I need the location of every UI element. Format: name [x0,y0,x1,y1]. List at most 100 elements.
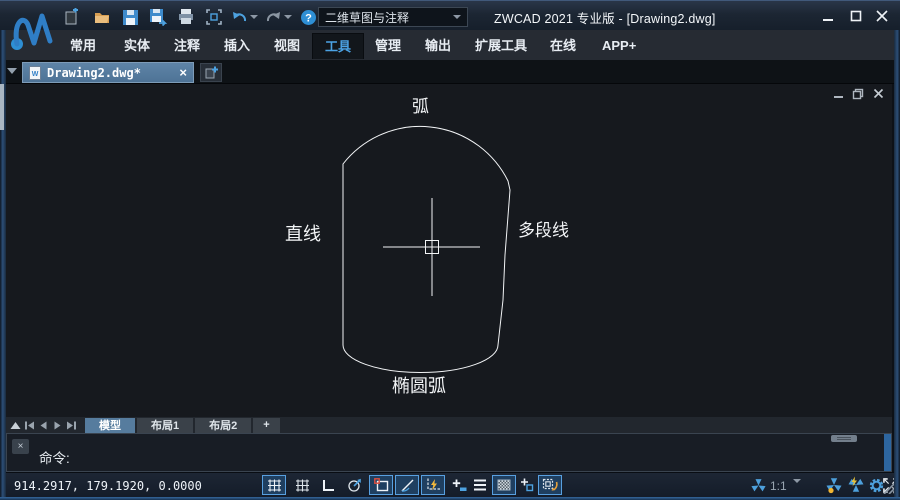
open-button[interactable] [90,6,114,28]
doc-list-dropdown-icon[interactable] [7,68,17,74]
document-tab-close-icon[interactable]: × [179,66,187,79]
transparency-toggle[interactable] [492,475,516,495]
label-elliptical-arc: 椭圆弧 [392,372,446,398]
minimize-icon [822,10,834,22]
menu-lines-icon [473,479,487,491]
doc-close-button[interactable] [870,88,886,102]
annotation-visibility-button[interactable] [822,475,846,495]
lineweight-toggle[interactable] [447,475,471,495]
help-button[interactable]: ? [296,6,320,28]
annotation-monitor-toggle[interactable] [538,475,562,495]
layout-tab-layout2[interactable]: 布局2 [195,418,251,433]
new-drawing-tab-button[interactable] [200,63,222,82]
last-layout-button[interactable] [65,419,78,432]
save-as-button[interactable] [146,6,170,28]
new-tab-plus-icon [204,66,218,79]
snap-toggle[interactable] [262,475,286,495]
ribbon-tab-view[interactable]: 视图 [262,33,312,59]
save-as-icon [149,8,168,26]
command-resize-handle[interactable] [831,435,857,442]
ribbon-tab-annotate[interactable]: 注释 [162,33,212,59]
doc-close-icon [873,88,884,99]
doc-restore-button[interactable] [850,88,866,103]
new-document-button[interactable] [60,6,84,28]
redo-dropdown[interactable] [282,6,294,28]
label-arc: 弧 [412,92,429,117]
object-snap-icon [374,478,389,492]
ribbon-tab-output[interactable]: 输出 [413,33,463,59]
grid-icon [295,479,310,492]
angle-snap-icon [400,479,415,492]
close-icon [876,10,888,22]
grid-display-toggle[interactable] [290,475,314,495]
save-icon [122,9,139,26]
annotation-scale-icon [750,477,767,494]
ribbon-tab-app-plus[interactable]: APP+ [590,33,648,59]
layout-tab-layout1[interactable]: 布局1 [137,418,193,433]
command-history-up-button[interactable] [9,419,22,432]
next-layout-button[interactable] [51,419,64,432]
redo-button[interactable] [264,6,282,28]
annotation-visibility-icon [825,476,843,494]
first-layout-button[interactable] [23,419,36,432]
undo-dropdown[interactable] [248,6,260,28]
workspace-select[interactable]: 二维草图与注释 [318,7,468,27]
ribbon-tab-express-tools[interactable]: 扩展工具 [463,33,539,59]
next-tab-icon [53,421,62,430]
command-scrollbar[interactable] [884,434,891,471]
ribbon-tab-home[interactable]: 常用 [58,33,108,59]
ribbon-tab-manage[interactable]: 管理 [363,33,413,59]
cad-shape-path [343,126,510,372]
minimize-button[interactable] [816,7,840,25]
layout-tab-bar: 模型 布局1 布局2 + [6,417,892,433]
last-tab-icon [66,421,77,430]
chevron-down-icon [250,15,258,19]
open-folder-icon [93,8,111,26]
add-layout-button[interactable]: + [253,418,279,433]
ribbon-tab-insert[interactable]: 插入 [212,33,262,59]
doc-minimize-button[interactable] [830,88,846,102]
document-tab[interactable]: W Drawing2.dwg* × [22,62,194,83]
help-icon: ? [300,9,317,26]
plot-preview-icon [205,8,223,26]
document-tab-label: Drawing2.dwg* [47,66,173,80]
print-button[interactable] [174,6,198,28]
doc-restore-icon [852,88,864,100]
save-button[interactable] [118,6,142,28]
command-prompt[interactable]: 命令: [39,447,70,467]
zwcad-logo[interactable] [4,3,58,58]
selection-cycling-toggle[interactable] [516,475,536,495]
command-window[interactable]: × 命令: [6,433,892,472]
maximize-button[interactable] [844,7,868,25]
ribbon-tab-solid[interactable]: 实体 [112,33,162,59]
document-tab-bar: W Drawing2.dwg* × [0,60,900,84]
annotation-scale-button[interactable] [746,475,770,495]
annotation-scale-value[interactable]: 1:1 [770,479,787,493]
window-border-right [894,30,900,497]
prev-layout-button[interactable] [37,419,50,432]
ortho-toggle[interactable] [316,475,340,495]
object-snap-toggle[interactable] [369,475,393,495]
object-snap-tracking-toggle[interactable] [421,475,445,495]
drawing-geometry [6,84,892,417]
svg-text:W: W [32,71,39,78]
ribbon-tab-online[interactable]: 在线 [538,33,588,59]
layout-tab-model[interactable]: 模型 [85,418,135,433]
undo-button[interactable] [230,6,248,28]
drawing-canvas[interactable]: 弧 直线 多段线 椭圆弧 [6,84,892,417]
triangle-up-icon [10,421,21,430]
polar-tracking-toggle[interactable] [342,475,366,495]
chevron-down-icon [453,15,461,19]
plot-preview-button[interactable] [202,6,226,28]
redo-icon [265,9,282,25]
label-polyline: 多段线 [518,216,569,241]
dwg-file-icon: W [29,66,41,80]
maximize-icon [850,10,862,22]
angle-snap-toggle[interactable] [395,475,419,495]
ribbon-tab-tools[interactable]: 工具 [312,33,364,59]
annotation-monitor-icon [542,478,558,492]
command-close-button[interactable]: × [12,439,29,454]
close-button[interactable] [870,7,894,25]
options-list-button[interactable] [471,475,489,495]
ribbon-tab-bar: 常用 实体 注释 插入 视图 工具 管理 输出 扩展工具 在线 APP+ [0,30,900,60]
